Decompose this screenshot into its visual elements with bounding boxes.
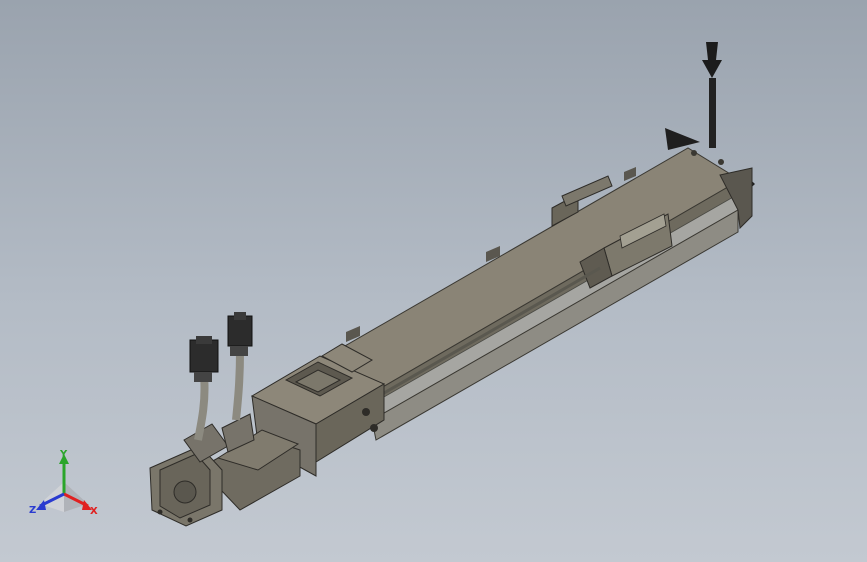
cable-connector-icon[interactable]: [189, 336, 219, 382]
x-axis-label: X: [90, 506, 98, 517]
cad-viewport[interactable]: Y X Z: [0, 0, 867, 562]
cable-connector-icon[interactable]: [227, 312, 253, 356]
y-axis-label: Y: [60, 449, 68, 460]
z-axis-label: Z: [29, 505, 37, 516]
actuator-model[interactable]: [0, 0, 867, 562]
